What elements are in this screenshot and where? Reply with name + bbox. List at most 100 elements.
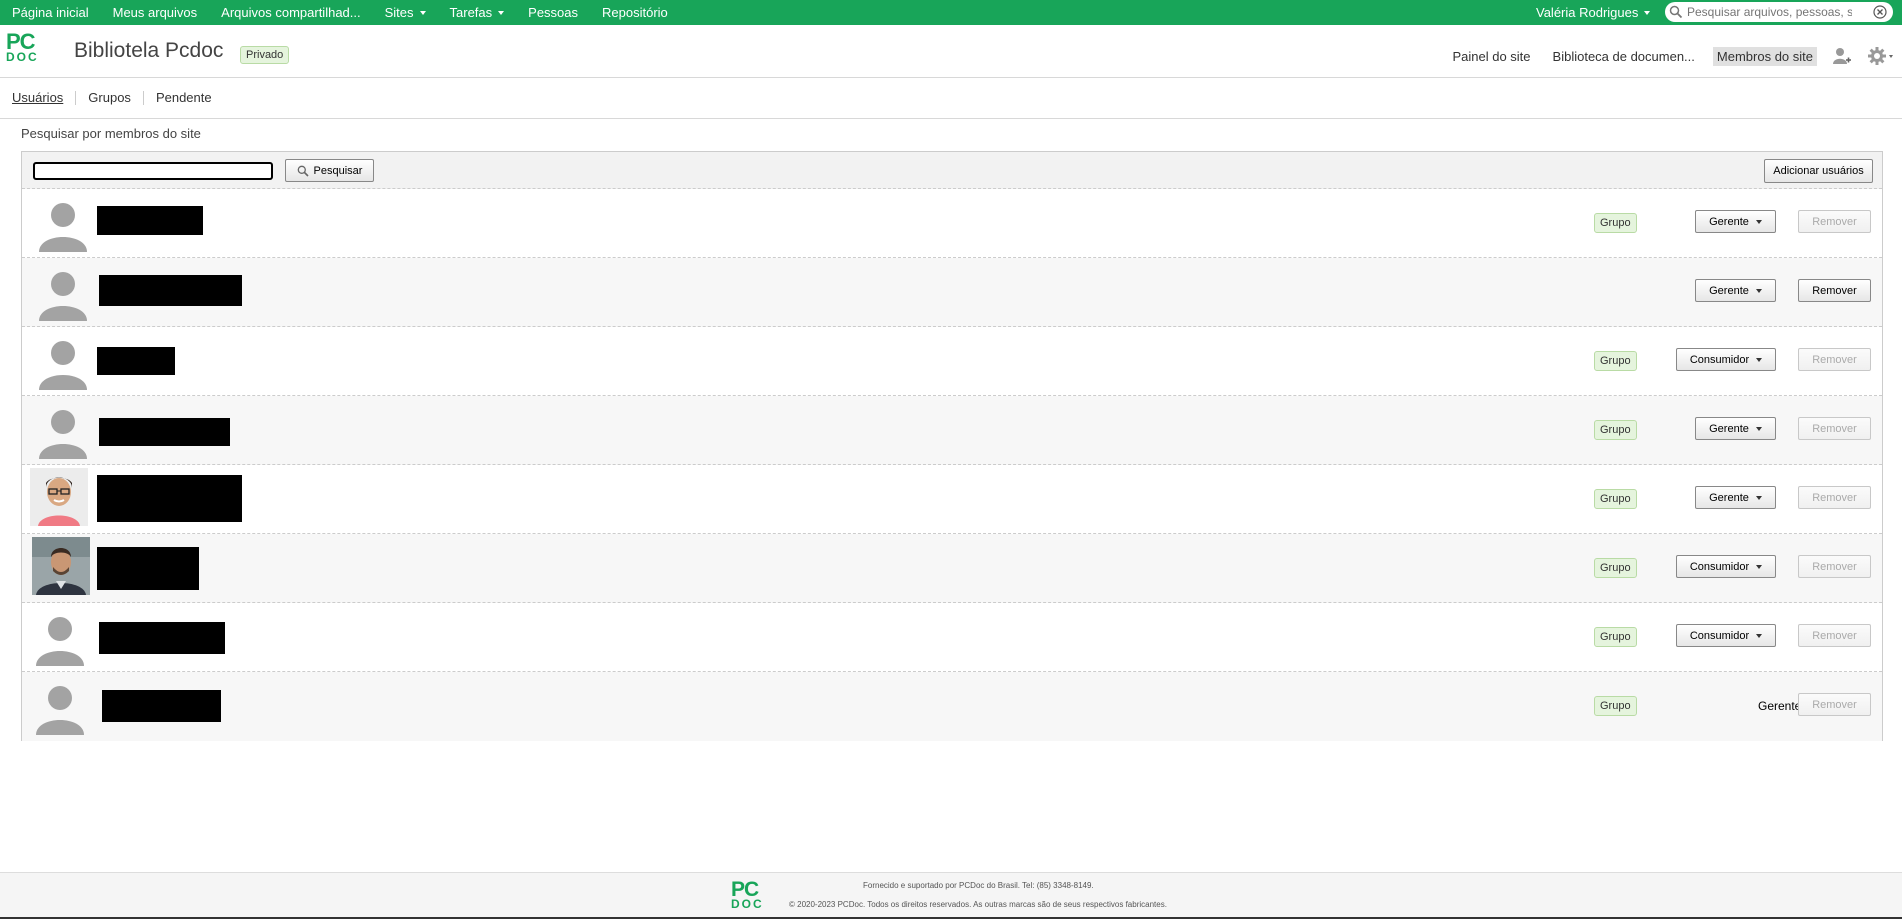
group-badge: Grupo: [1594, 627, 1637, 647]
members-search-bar: Pesquisar Adicionar usuários: [22, 152, 1882, 189]
role-dropdown[interactable]: Consumidor: [1676, 348, 1776, 371]
chevron-down-icon: [1756, 633, 1763, 638]
role-dropdown[interactable]: Gerente: [1695, 279, 1776, 302]
role-dropdown[interactable]: Consumidor: [1676, 624, 1776, 647]
default-avatar-icon[interactable]: [35, 403, 91, 459]
member-row: Grupo Gerente Remover: [22, 396, 1882, 465]
footer: PC DOC Fornecido e suportado por PCDoc d…: [0, 872, 1902, 919]
invite-user-icon[interactable]: [1830, 45, 1854, 67]
group-badge: Grupo: [1594, 489, 1637, 509]
chevron-down-icon: [1755, 426, 1762, 431]
nav-document-library[interactable]: Biblioteca de documen...: [1549, 47, 1699, 66]
search-icon: [297, 165, 309, 177]
search-button[interactable]: Pesquisar: [285, 159, 374, 182]
role-dropdown[interactable]: Gerente: [1695, 210, 1776, 233]
section-label: Pesquisar por membros do site: [21, 126, 201, 141]
topnav-item[interactable]: Página inicial: [0, 0, 101, 25]
pcdoc-logo[interactable]: PC DOC: [6, 31, 56, 66]
remove-member-button[interactable]: Remover: [1798, 348, 1871, 371]
role-dropdown[interactable]: Gerente: [1695, 417, 1776, 440]
topnav-item[interactable]: Tarefas: [438, 0, 517, 25]
member-name-redacted[interactable]: [97, 347, 175, 375]
role-label: Gerente: [1758, 699, 1802, 713]
chevron-down-icon: [419, 10, 426, 15]
topnav-item[interactable]: Sites: [373, 0, 438, 25]
tab-users[interactable]: Usuários: [0, 91, 77, 105]
search-icon[interactable]: [1665, 2, 1687, 22]
remove-member-button[interactable]: Remover: [1798, 279, 1871, 302]
member-search-input[interactable]: [33, 162, 273, 180]
nav-site-dashboard[interactable]: Painel do site: [1448, 47, 1534, 66]
role-label: Consumidor: [1689, 560, 1750, 573]
remove-member-button[interactable]: Remover: [1798, 693, 1871, 716]
logo-doc-text: DOC: [6, 50, 39, 64]
topnav-item-label: Tarefas: [449, 5, 493, 20]
role-dropdown[interactable]: Consumidor: [1676, 555, 1776, 578]
default-avatar-icon[interactable]: [35, 334, 91, 390]
remove-member-button[interactable]: Remover: [1798, 555, 1871, 578]
member-name-redacted[interactable]: [97, 475, 242, 522]
default-avatar-icon[interactable]: [32, 610, 88, 666]
remove-member-button[interactable]: Remover: [1798, 486, 1871, 509]
group-badge: Grupo: [1594, 696, 1637, 716]
chevron-down-icon: [1755, 288, 1762, 293]
topnav-item-label: Meus arquivos: [112, 5, 198, 20]
member-name-redacted[interactable]: [99, 275, 242, 306]
member-row: Grupo Consumidor Remover: [22, 534, 1882, 603]
role-label: Gerente: [1709, 215, 1749, 228]
top-nav-menu: Página inicial Meus arquivos Arquivos comp…: [0, 0, 680, 25]
default-avatar-icon[interactable]: [35, 196, 91, 252]
topnav-item[interactable]: Pessoas: [516, 0, 590, 25]
site-navigation: Painel do site Biblioteca de documen... …: [1441, 45, 1902, 67]
member-row: Gerente Remover: [22, 258, 1882, 327]
remove-member-button[interactable]: Remover: [1798, 624, 1871, 647]
clear-search-icon[interactable]: [1873, 5, 1887, 19]
chevron-down-icon: [1756, 357, 1763, 362]
tab-pending[interactable]: Pendente: [144, 91, 224, 105]
member-name-redacted[interactable]: [97, 547, 199, 590]
site-title: Bibliotela Pcdoc: [74, 39, 224, 62]
member-row: Grupo Consumidor Remover: [22, 603, 1882, 672]
members-tabs: Usuários Grupos Pendente: [0, 78, 1902, 119]
remove-member-button[interactable]: Remover: [1798, 417, 1871, 440]
add-users-button[interactable]: Adicionar usuários: [1764, 159, 1873, 183]
chevron-down-icon: [1755, 495, 1762, 500]
role-label: Gerente: [1709, 422, 1749, 435]
member-avatar[interactable]: [30, 468, 88, 526]
member-avatar[interactable]: [32, 537, 90, 595]
footer-copyright: © 2020-2023 PCDoc. Todos os direitos res…: [789, 900, 1167, 909]
default-avatar-icon[interactable]: [35, 265, 91, 321]
visibility-badge: Privado: [240, 46, 290, 64]
default-avatar-icon[interactable]: [32, 679, 88, 735]
remove-member-button[interactable]: Remover: [1798, 210, 1871, 233]
chevron-down-icon: [498, 10, 505, 15]
tab-groups[interactable]: Grupos: [76, 91, 144, 105]
topnav-item-label: Arquivos compartilhad...: [221, 5, 361, 20]
nav-site-members[interactable]: Membros do site: [1712, 46, 1817, 66]
global-search-input[interactable]: [1687, 5, 1852, 19]
chevron-down-icon: [1756, 564, 1763, 569]
member-name-redacted[interactable]: [99, 418, 230, 446]
chevron-down-icon: [1644, 10, 1651, 15]
role-label: Consumidor: [1689, 629, 1750, 642]
top-navigation-bar: Página inicial Meus arquivos Arquivos comp…: [0, 0, 1902, 25]
group-badge: Grupo: [1594, 351, 1637, 371]
role-label: Gerente: [1709, 284, 1749, 297]
chevron-down-icon: [1755, 219, 1762, 224]
gear-icon[interactable]: [1866, 45, 1896, 67]
user-menu[interactable]: Valéria Rodrigues: [1536, 0, 1651, 25]
global-search: [1665, 2, 1893, 22]
role-label: Consumidor: [1689, 353, 1750, 366]
member-row: Grupo Gerente Remover: [22, 672, 1882, 741]
topnav-item-label: Página inicial: [12, 5, 89, 20]
topnav-item[interactable]: Repositório: [590, 0, 680, 25]
member-row: Grupo Gerente Remover: [22, 465, 1882, 534]
members-panel: Pesquisar Adicionar usuários Grupo Gerent…: [21, 151, 1883, 741]
topnav-item[interactable]: Arquivos compartilhad...: [209, 0, 372, 25]
member-name-redacted[interactable]: [102, 690, 221, 722]
member-name-redacted[interactable]: [97, 206, 203, 235]
role-label: Gerente: [1709, 491, 1749, 504]
member-name-redacted[interactable]: [99, 622, 225, 654]
topnav-item[interactable]: Meus arquivos: [101, 0, 210, 25]
role-dropdown[interactable]: Gerente: [1695, 486, 1776, 509]
